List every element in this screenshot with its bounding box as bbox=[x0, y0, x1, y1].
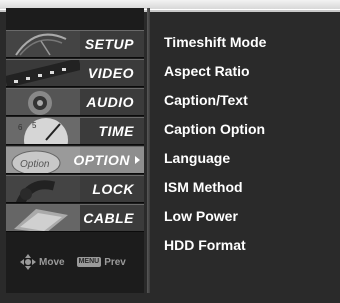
submenu-item-aspect-ratio[interactable]: Aspect Ratio bbox=[164, 63, 250, 79]
menu-item-time[interactable]: 6 5 TIME bbox=[6, 117, 144, 145]
menu-label-lock: LOCK bbox=[92, 181, 134, 197]
prev-label: Prev bbox=[104, 256, 126, 268]
menu-label-cable: CABLE bbox=[83, 210, 134, 226]
option-sticker-icon: Option bbox=[6, 147, 80, 173]
padlock-icon bbox=[6, 176, 80, 202]
menu-label-video: VIDEO bbox=[87, 65, 134, 81]
chevron-right-icon bbox=[135, 156, 140, 164]
move-label: Move bbox=[39, 256, 65, 268]
submenu-item-timeshift-mode[interactable]: Timeshift Mode bbox=[164, 34, 266, 50]
menu-item-lock[interactable]: LOCK bbox=[6, 175, 144, 203]
menu-key-icon: MENU bbox=[76, 257, 102, 267]
svg-text:6: 6 bbox=[18, 123, 23, 132]
clock-icon: 6 5 bbox=[6, 118, 80, 144]
menu-item-option[interactable]: Option OPTION bbox=[6, 146, 144, 174]
submenu-item-caption-text[interactable]: Caption/Text bbox=[164, 92, 248, 108]
satellite-dish-icon bbox=[6, 31, 80, 57]
menu-label-audio: AUDIO bbox=[86, 94, 134, 110]
svg-text:Option: Option bbox=[20, 159, 50, 170]
move-dpad-icon bbox=[20, 254, 36, 270]
submenu-item-caption-option[interactable]: Caption Option bbox=[164, 121, 265, 137]
submenu-item-ism-method[interactable]: ISM Method bbox=[164, 179, 243, 195]
speaker-icon bbox=[6, 89, 80, 115]
menu-label-option: OPTION bbox=[73, 152, 130, 168]
submenu-item-language[interactable]: Language bbox=[164, 150, 230, 166]
menu-item-setup[interactable]: SETUP bbox=[6, 30, 144, 58]
navigation-legend: Move MENU Prev bbox=[20, 254, 126, 270]
submenu-item-low-power[interactable]: Low Power bbox=[164, 208, 238, 224]
submenu-item-hdd-format[interactable]: HDD Format bbox=[164, 237, 246, 253]
svg-text:5: 5 bbox=[32, 121, 37, 130]
menu-item-cable[interactable]: CABLE bbox=[6, 204, 144, 232]
menu-item-audio[interactable]: AUDIO bbox=[6, 88, 144, 116]
menu-label-setup: SETUP bbox=[84, 36, 134, 52]
menu-divider bbox=[147, 8, 150, 293]
menu-label-time: TIME bbox=[98, 123, 134, 139]
menu-item-video[interactable]: VIDEO bbox=[6, 59, 144, 87]
film-strip-icon bbox=[6, 60, 80, 86]
cable-icon bbox=[6, 205, 80, 231]
